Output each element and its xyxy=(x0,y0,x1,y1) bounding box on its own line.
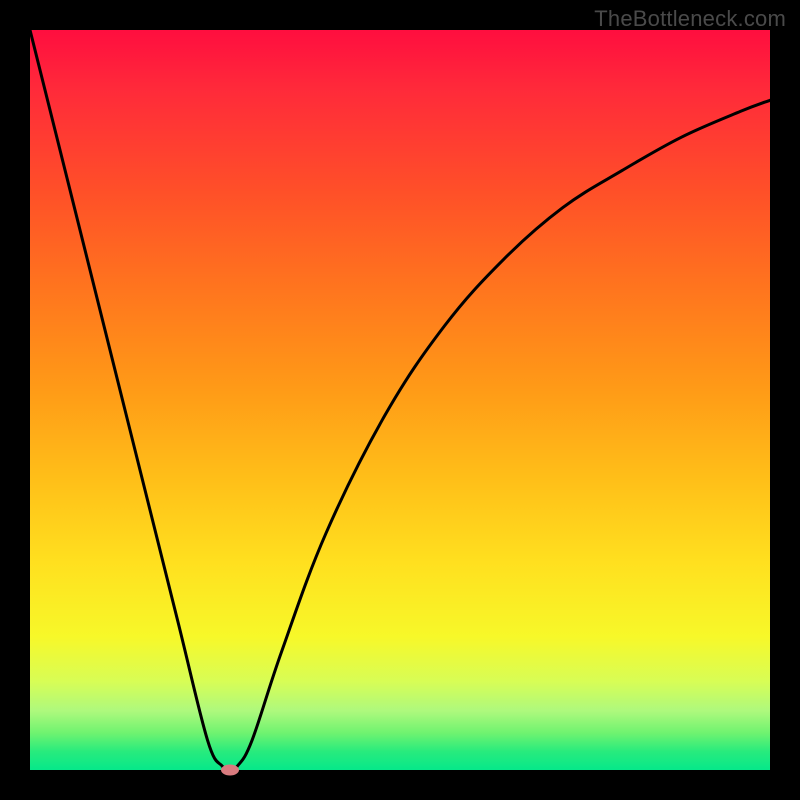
watermark-text: TheBottleneck.com xyxy=(594,6,786,32)
curve-layer xyxy=(30,30,770,770)
minimum-marker xyxy=(221,765,239,776)
chart-frame: TheBottleneck.com xyxy=(0,0,800,800)
bottleneck-curve xyxy=(30,30,770,770)
plot-area xyxy=(30,30,770,770)
